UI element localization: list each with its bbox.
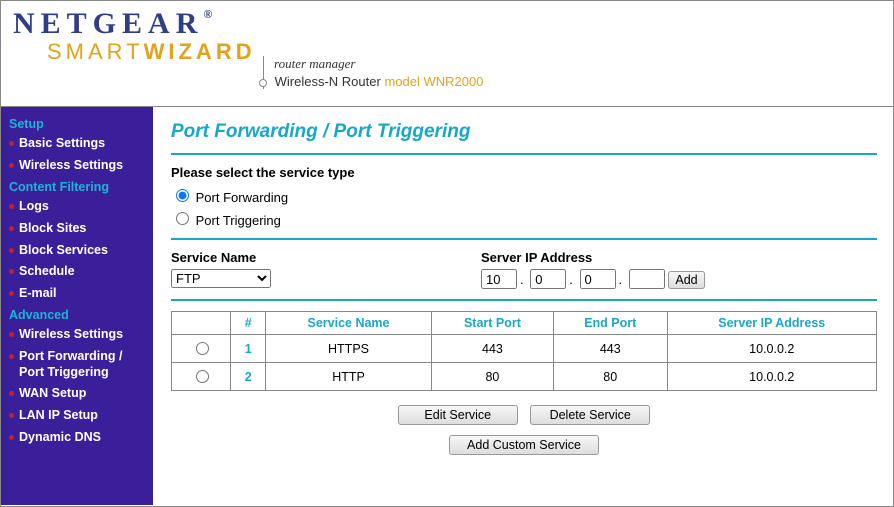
- row-select-radio[interactable]: [196, 370, 209, 383]
- radio-port-triggering-label: Port Triggering: [196, 213, 281, 228]
- sidebar-item-basic-settings[interactable]: Basic Settings: [1, 133, 153, 155]
- sidebar-item-block-sites[interactable]: Block Sites: [1, 218, 153, 240]
- divider: [171, 153, 877, 155]
- sidebar-item-block-services[interactable]: Block Services: [1, 240, 153, 262]
- service-type-prompt: Please select the service type: [171, 165, 877, 180]
- sidebar-section-advanced: Advanced: [1, 304, 153, 324]
- service-name-select[interactable]: FTP: [171, 269, 271, 288]
- sidebar-section-content-filtering: Content Filtering: [1, 176, 153, 196]
- page-title: Port Forwarding / Port Triggering: [171, 121, 877, 143]
- sidebar: Setup Basic Settings Wireless Settings C…: [1, 107, 153, 505]
- row-start: 443: [431, 335, 553, 363]
- sidebar-item-dynamic-dns[interactable]: Dynamic DNS: [1, 427, 153, 449]
- col-ip: Server IP Address: [667, 312, 876, 335]
- sidebar-item-wireless-settings[interactable]: Wireless Settings: [1, 155, 153, 177]
- radio-port-triggering-input[interactable]: [176, 212, 189, 225]
- radio-port-forwarding-label: Port Forwarding: [196, 190, 288, 205]
- sidebar-item-logs[interactable]: Logs: [1, 196, 153, 218]
- edit-service-button[interactable]: Edit Service: [398, 405, 518, 425]
- sidebar-item-schedule[interactable]: Schedule: [1, 261, 153, 283]
- row-end: 80: [553, 363, 667, 391]
- row-ip: 10.0.0.2: [667, 335, 876, 363]
- col-start: Start Port: [431, 312, 553, 335]
- sidebar-item-lan-ip-setup[interactable]: LAN IP Setup: [1, 405, 153, 427]
- row-service: HTTP: [266, 363, 432, 391]
- ip-octet-1[interactable]: [481, 269, 517, 289]
- server-ip-label: Server IP Address: [481, 250, 705, 265]
- row-num: 1: [231, 335, 266, 363]
- col-service: Service Name: [266, 312, 432, 335]
- row-num: 2: [231, 363, 266, 391]
- add-custom-service-button[interactable]: Add Custom Service: [449, 435, 599, 455]
- router-icon: [259, 79, 267, 87]
- divider: [171, 299, 877, 301]
- ip-octet-3[interactable]: [580, 269, 616, 289]
- radio-port-forwarding[interactable]: Port Forwarding: [171, 190, 288, 205]
- row-start: 80: [431, 363, 553, 391]
- ip-octet-2[interactable]: [530, 269, 566, 289]
- sidebar-item-adv-wireless[interactable]: Wireless Settings: [1, 324, 153, 346]
- table-row: 1 HTTPS 443 443 10.0.0.2: [172, 335, 877, 363]
- sidebar-item-port-forwarding[interactable]: Port Forwarding / Port Triggering: [1, 346, 153, 383]
- service-name-label: Service Name: [171, 250, 271, 265]
- header-subtitle: router manager Wireless-N Router model W…: [263, 56, 483, 89]
- add-button[interactable]: Add: [668, 271, 704, 289]
- row-ip: 10.0.0.2: [667, 363, 876, 391]
- sidebar-item-wan-setup[interactable]: WAN Setup: [1, 383, 153, 405]
- row-end: 443: [553, 335, 667, 363]
- rules-table: # Service Name Start Port End Port Serve…: [171, 311, 877, 391]
- row-service: HTTPS: [266, 335, 432, 363]
- delete-service-button[interactable]: Delete Service: [530, 405, 650, 425]
- radio-port-triggering[interactable]: Port Triggering: [171, 213, 281, 228]
- divider: [171, 238, 877, 240]
- radio-port-forwarding-input[interactable]: [176, 189, 189, 202]
- row-select-radio[interactable]: [196, 342, 209, 355]
- col-end: End Port: [553, 312, 667, 335]
- ip-octet-4[interactable]: [629, 269, 665, 289]
- col-select: [172, 312, 231, 335]
- logo-brand: NETGEAR®: [9, 7, 212, 41]
- sidebar-section-setup: Setup: [1, 113, 153, 133]
- sidebar-item-email[interactable]: E-mail: [1, 283, 153, 305]
- col-num: #: [231, 312, 266, 335]
- table-row: 2 HTTP 80 80 10.0.0.2: [172, 363, 877, 391]
